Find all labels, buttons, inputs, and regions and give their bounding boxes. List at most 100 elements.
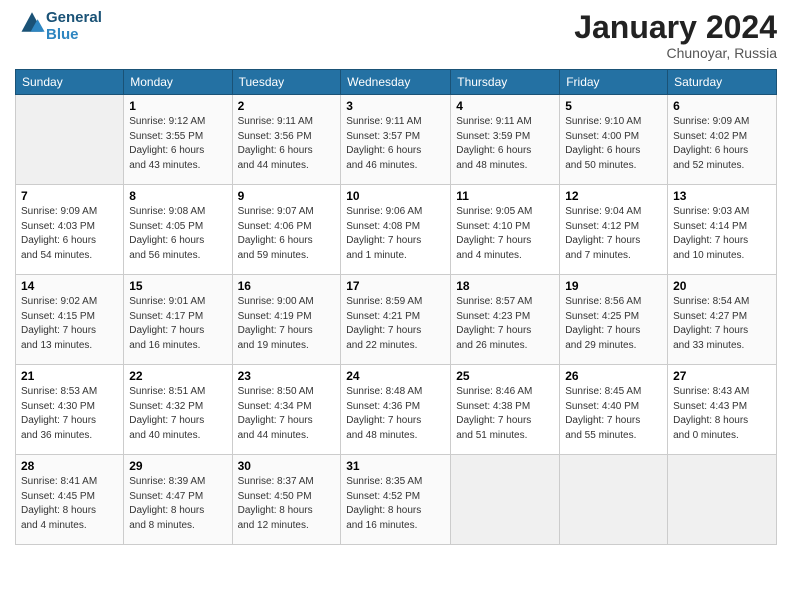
- day-number: 30: [238, 459, 336, 473]
- day-number: 10: [346, 189, 445, 203]
- day-info: Sunrise: 9:04 AMSunset: 4:12 PMDaylight:…: [565, 205, 662, 263]
- calendar-cell: 17Sunrise: 8:59 AMSunset: 4:21 PMDayligh…: [341, 275, 451, 365]
- calendar-cell: 20 Sunrise: 8:54 AMSunset: 4:27 PMDayligh…: [668, 275, 777, 365]
- day-number: 27: [673, 369, 771, 383]
- day-number: 28: [21, 459, 118, 473]
- day-info: Sunrise: 9:02 AMSunset: 4:15 PMDaylight:…: [21, 295, 118, 353]
- calendar-cell: 10 Sunrise: 9:06 AMSunset: 4:08 PMDayligh…: [341, 185, 451, 275]
- calendar-cell: [668, 455, 777, 545]
- calendar-cell: 1 Sunrise: 9:12 AMSunset: 3:55 PMDaylight…: [124, 95, 232, 185]
- day-info: Sunrise: 8:54 AMSunset: 4:27 PMDaylight:…: [673, 295, 771, 353]
- day-info: Sunrise: 8:50 AMSunset: 4:34 PMDaylight:…: [238, 385, 336, 443]
- calendar-cell: 11 Sunrise: 9:05 AMSunset: 4:10 PMDayligh…: [451, 185, 560, 275]
- col-monday: Monday: [124, 70, 232, 95]
- calendar-cell: 21 Sunrise: 8:53 AMSunset: 4:30 PMDayligh…: [16, 365, 124, 455]
- day-number: 16: [238, 279, 336, 293]
- day-info: Sunrise: 9:09 AMSunset: 4:03 PMDaylight:…: [21, 205, 118, 263]
- day-info: Sunrise: 9:12 AMSunset: 3:55 PMDaylight:…: [129, 115, 226, 173]
- col-tuesday: Tuesday: [232, 70, 341, 95]
- calendar-cell: 4Sunrise: 9:11 AMSunset: 3:59 PMDaylight…: [451, 95, 560, 185]
- calendar-cell: 24Sunrise: 8:48 AMSunset: 4:36 PMDayligh…: [341, 365, 451, 455]
- day-number: 3: [346, 99, 445, 113]
- day-info: Sunrise: 8:53 AMSunset: 4:30 PMDaylight:…: [21, 385, 118, 443]
- page: General Blue January 2024 Chunoyar, Russ…: [0, 0, 792, 612]
- location: Chunoyar, Russia: [574, 45, 777, 61]
- day-info: Sunrise: 8:35 AMSunset: 4:52 PMDaylight:…: [346, 475, 445, 533]
- header: General Blue January 2024 Chunoyar, Russ…: [15, 10, 777, 61]
- day-number: 26: [565, 369, 662, 383]
- title-block: January 2024 Chunoyar, Russia: [574, 10, 777, 61]
- day-number: 19: [565, 279, 662, 293]
- day-number: 17: [346, 279, 445, 293]
- calendar-cell: 30 Sunrise: 8:37 AMSunset: 4:50 PMDayligh…: [232, 455, 341, 545]
- calendar-week-row: 28 Sunrise: 8:41 AMSunset: 4:45 PMDayligh…: [16, 455, 777, 545]
- calendar-cell: [16, 95, 124, 185]
- col-friday: Friday: [560, 70, 668, 95]
- day-info: Sunrise: 8:39 AMSunset: 4:47 PMDaylight:…: [129, 475, 226, 533]
- col-thursday: Thursday: [451, 70, 560, 95]
- calendar-cell: 29 Sunrise: 8:39 AMSunset: 4:47 PMDayligh…: [124, 455, 232, 545]
- calendar-cell: 22Sunrise: 8:51 AMSunset: 4:32 PMDayligh…: [124, 365, 232, 455]
- logo: General Blue: [15, 10, 102, 43]
- calendar-cell: 23 Sunrise: 8:50 AMSunset: 4:34 PMDayligh…: [232, 365, 341, 455]
- day-info: Sunrise: 8:45 AMSunset: 4:40 PMDaylight:…: [565, 385, 662, 443]
- calendar-week-row: 1 Sunrise: 9:12 AMSunset: 3:55 PMDaylight…: [16, 95, 777, 185]
- calendar-cell: 9Sunrise: 9:07 AMSunset: 4:06 PMDaylight…: [232, 185, 341, 275]
- day-number: 11: [456, 189, 554, 203]
- day-info: Sunrise: 9:05 AMSunset: 4:10 PMDaylight:…: [456, 205, 554, 263]
- calendar-cell: 8Sunrise: 9:08 AMSunset: 4:05 PMDaylight…: [124, 185, 232, 275]
- calendar-cell: 12 Sunrise: 9:04 AMSunset: 4:12 PMDayligh…: [560, 185, 668, 275]
- calendar-cell: 7 Sunrise: 9:09 AMSunset: 4:03 PMDaylight…: [16, 185, 124, 275]
- col-wednesday: Wednesday: [341, 70, 451, 95]
- day-number: 31: [346, 459, 445, 473]
- calendar-cell: [451, 455, 560, 545]
- day-info: Sunrise: 9:11 AMSunset: 3:57 PMDaylight:…: [346, 115, 445, 173]
- day-number: 1: [129, 99, 226, 113]
- day-info: Sunrise: 9:07 AMSunset: 4:06 PMDaylight:…: [238, 205, 336, 263]
- day-info: Sunrise: 8:41 AMSunset: 4:45 PMDaylight:…: [21, 475, 118, 533]
- day-info: Sunrise: 9:10 AMSunset: 4:00 PMDaylight:…: [565, 115, 662, 173]
- calendar-cell: 2 Sunrise: 9:11 AMSunset: 3:56 PMDaylight…: [232, 95, 341, 185]
- day-info: Sunrise: 8:56 AMSunset: 4:25 PMDaylight:…: [565, 295, 662, 353]
- calendar-cell: 13Sunrise: 9:03 AMSunset: 4:14 PMDayligh…: [668, 185, 777, 275]
- day-info: Sunrise: 8:43 AMSunset: 4:43 PMDaylight:…: [673, 385, 771, 443]
- day-number: 29: [129, 459, 226, 473]
- col-sunday: Sunday: [16, 70, 124, 95]
- calendar-cell: 5 Sunrise: 9:10 AMSunset: 4:00 PMDaylight…: [560, 95, 668, 185]
- calendar-cell: 14Sunrise: 9:02 AMSunset: 4:15 PMDayligh…: [16, 275, 124, 365]
- calendar-cell: 6Sunrise: 9:09 AMSunset: 4:02 PMDaylight…: [668, 95, 777, 185]
- calendar-cell: 19 Sunrise: 8:56 AMSunset: 4:25 PMDayligh…: [560, 275, 668, 365]
- day-number: 12: [565, 189, 662, 203]
- day-info: Sunrise: 9:06 AMSunset: 4:08 PMDaylight:…: [346, 205, 445, 263]
- day-info: Sunrise: 8:46 AMSunset: 4:38 PMDaylight:…: [456, 385, 554, 443]
- day-number: 25: [456, 369, 554, 383]
- day-number: 20: [673, 279, 771, 293]
- day-info: Sunrise: 8:57 AMSunset: 4:23 PMDaylight:…: [456, 295, 554, 353]
- day-number: 15: [129, 279, 226, 293]
- day-info: Sunrise: 9:11 AMSunset: 3:56 PMDaylight:…: [238, 115, 336, 173]
- day-number: 21: [21, 369, 118, 383]
- calendar-cell: 16 Sunrise: 9:00 AMSunset: 4:19 PMDayligh…: [232, 275, 341, 365]
- day-number: 8: [129, 189, 226, 203]
- calendar-table: Sunday Monday Tuesday Wednesday Thursday…: [15, 69, 777, 545]
- calendar-cell: 26 Sunrise: 8:45 AMSunset: 4:40 PMDayligh…: [560, 365, 668, 455]
- calendar-cell: 27 Sunrise: 8:43 AMSunset: 4:43 PMDayligh…: [668, 365, 777, 455]
- day-number: 2: [238, 99, 336, 113]
- calendar-cell: 25 Sunrise: 8:46 AMSunset: 4:38 PMDayligh…: [451, 365, 560, 455]
- day-number: 22: [129, 369, 226, 383]
- col-saturday: Saturday: [668, 70, 777, 95]
- day-info: Sunrise: 9:01 AMSunset: 4:17 PMDaylight:…: [129, 295, 226, 353]
- day-info: Sunrise: 8:37 AMSunset: 4:50 PMDaylight:…: [238, 475, 336, 533]
- day-info: Sunrise: 9:03 AMSunset: 4:14 PMDaylight:…: [673, 205, 771, 263]
- day-number: 18: [456, 279, 554, 293]
- calendar-cell: 28 Sunrise: 8:41 AMSunset: 4:45 PMDayligh…: [16, 455, 124, 545]
- day-info: Sunrise: 9:11 AMSunset: 3:59 PMDaylight:…: [456, 115, 554, 173]
- header-row: Sunday Monday Tuesday Wednesday Thursday…: [16, 70, 777, 95]
- calendar-cell: 18 Sunrise: 8:57 AMSunset: 4:23 PMDayligh…: [451, 275, 560, 365]
- day-number: 5: [565, 99, 662, 113]
- day-number: 23: [238, 369, 336, 383]
- day-number: 7: [21, 189, 118, 203]
- day-info: Sunrise: 9:00 AMSunset: 4:19 PMDaylight:…: [238, 295, 336, 353]
- day-number: 6: [673, 99, 771, 113]
- month-title: January 2024: [574, 10, 777, 45]
